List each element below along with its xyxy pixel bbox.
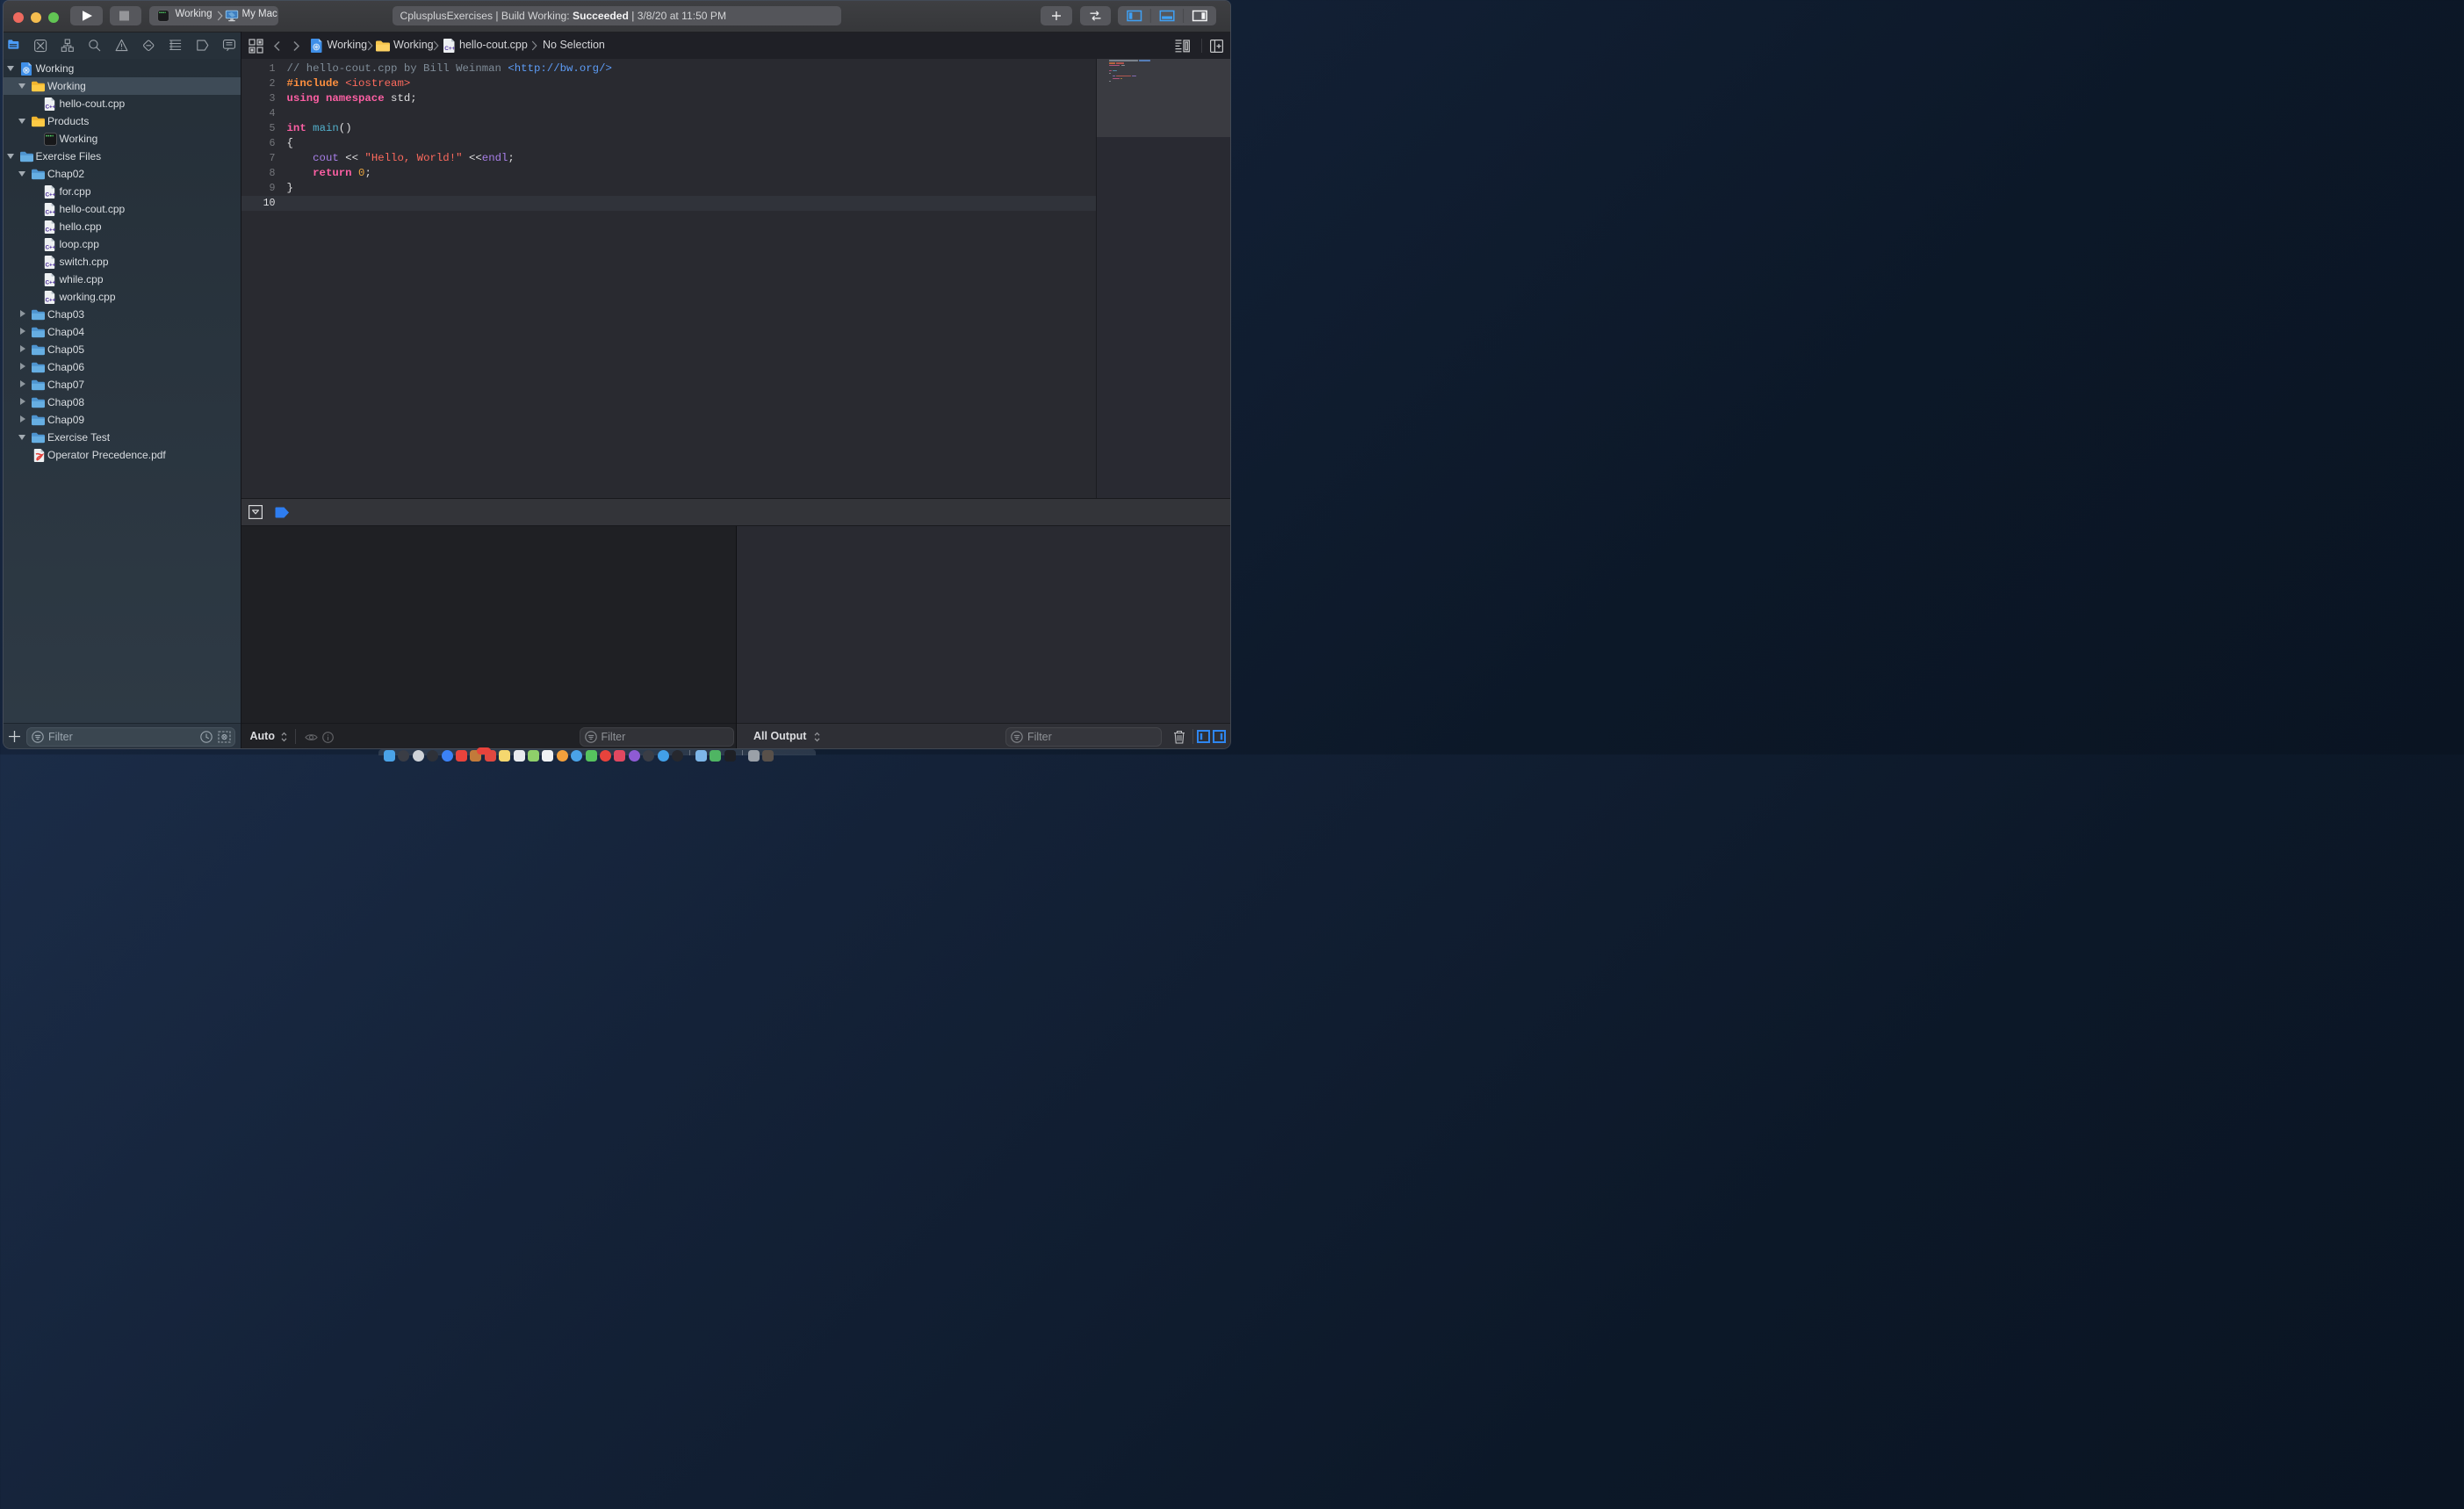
svg-text:C++: C++	[444, 46, 455, 52]
